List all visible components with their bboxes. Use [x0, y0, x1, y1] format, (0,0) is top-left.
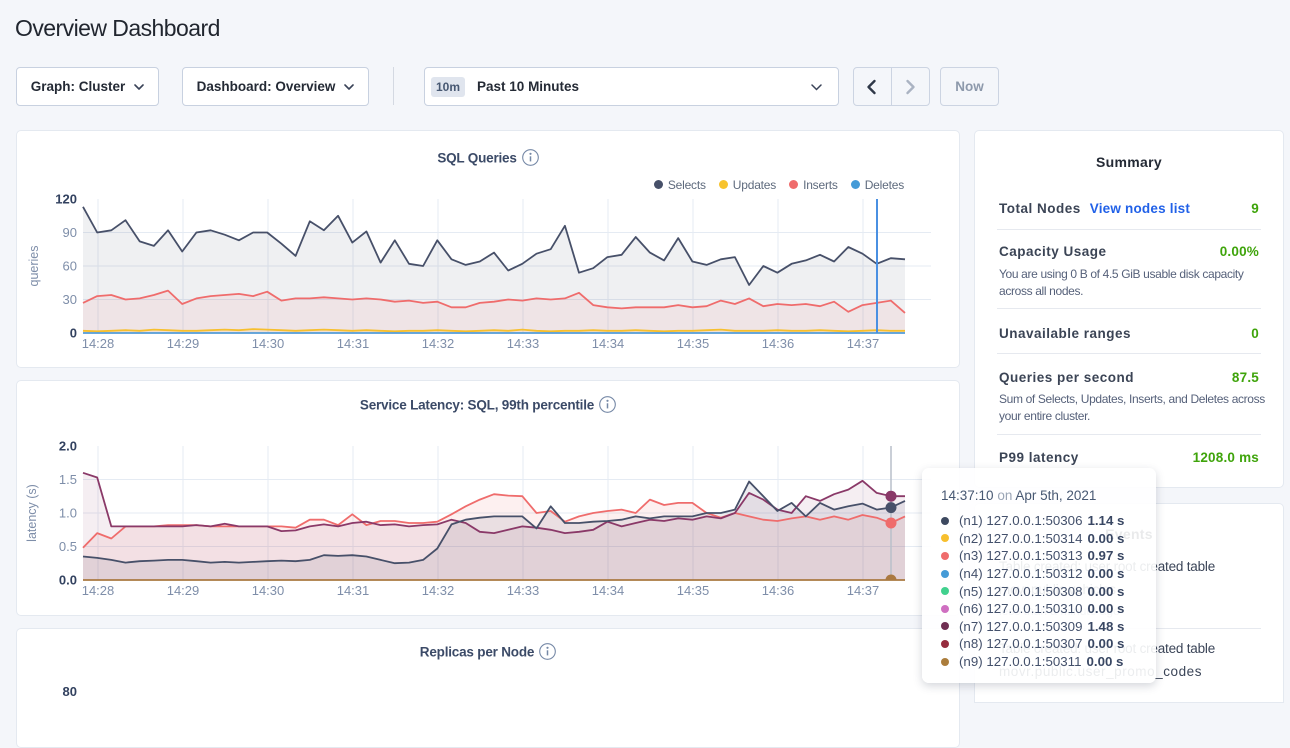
svg-text:14:36: 14:36: [762, 583, 795, 598]
svg-text:queries: queries: [27, 246, 41, 287]
svg-text:14:35: 14:35: [677, 583, 710, 598]
svg-text:14:28: 14:28: [82, 583, 115, 598]
svg-text:60: 60: [63, 259, 77, 274]
svg-text:14:32: 14:32: [422, 336, 455, 351]
svg-text:30: 30: [63, 292, 77, 307]
svg-text:90: 90: [63, 225, 77, 240]
svg-text:14:34: 14:34: [592, 336, 625, 351]
svg-text:2.0: 2.0: [59, 439, 77, 454]
svg-text:0.5: 0.5: [59, 539, 77, 554]
svg-text:0.0: 0.0: [59, 573, 77, 588]
svg-text:14:35: 14:35: [677, 336, 710, 351]
svg-text:14:34: 14:34: [592, 583, 625, 598]
svg-text:14:37: 14:37: [847, 583, 880, 598]
svg-text:14:33: 14:33: [507, 336, 540, 351]
svg-text:14:31: 14:31: [337, 336, 370, 351]
svg-text:1.0: 1.0: [59, 506, 77, 521]
svg-text:14:29: 14:29: [167, 583, 200, 598]
svg-text:14:28: 14:28: [82, 336, 115, 351]
svg-text:14:37: 14:37: [847, 336, 880, 351]
svg-text:14:32: 14:32: [422, 583, 455, 598]
svg-text:14:30: 14:30: [252, 583, 285, 598]
svg-text:14:29: 14:29: [167, 336, 200, 351]
svg-text:1.5: 1.5: [59, 472, 77, 487]
svg-text:14:33: 14:33: [507, 583, 540, 598]
svg-text:14:36: 14:36: [762, 336, 795, 351]
svg-text:14:30: 14:30: [252, 336, 285, 351]
svg-text:120: 120: [55, 192, 77, 207]
svg-text:0: 0: [70, 326, 77, 341]
svg-text:14:31: 14:31: [337, 583, 370, 598]
svg-text:latency (s): latency (s): [25, 484, 39, 542]
